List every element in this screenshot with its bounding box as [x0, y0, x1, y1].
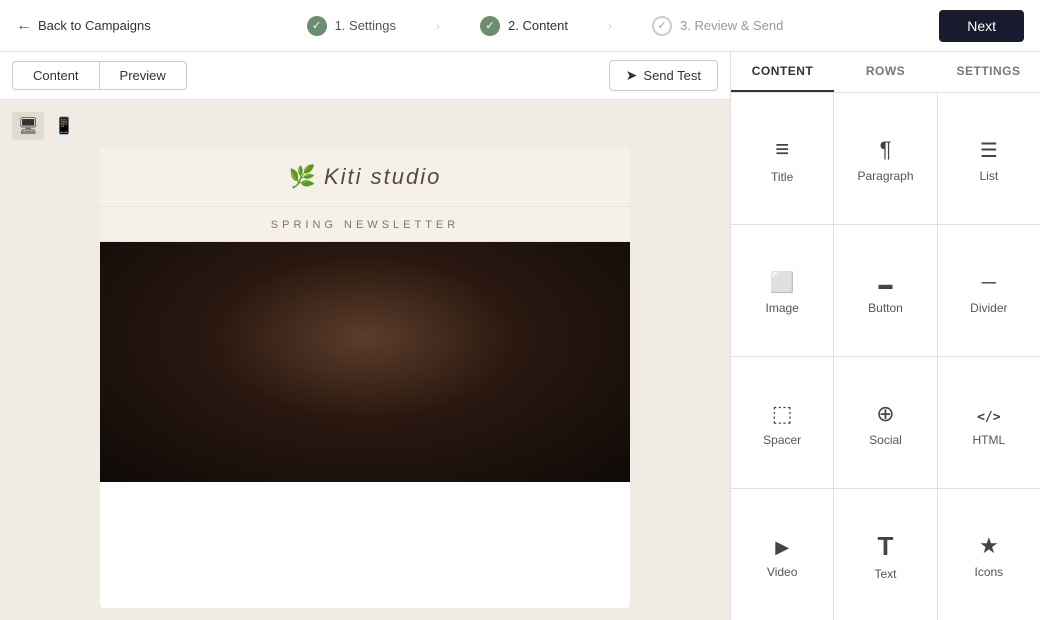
block-item-title[interactable]: Title — [731, 93, 833, 224]
image-label: Image — [765, 301, 798, 315]
button-label: Button — [868, 301, 903, 315]
block-item-button[interactable]: Button — [834, 225, 936, 356]
email-logo: 🌿 Kiti studio — [116, 164, 614, 190]
top-nav: ← Back to Campaigns ✓ 1. Settings › ✓ 2.… — [0, 0, 1040, 52]
html-icon — [977, 403, 1000, 425]
email-banner: SPRING NEWSLETTER — [100, 207, 630, 242]
content-tab[interactable]: Content — [12, 61, 99, 90]
banner-text: SPRING NEWSLETTER — [271, 219, 459, 231]
list-label: List — [979, 169, 998, 183]
step-settings-label: 1. Settings — [335, 18, 396, 33]
desktop-toggle-button[interactable]: 🖥 — [12, 112, 44, 140]
steps-indicator: ✓ 1. Settings › ✓ 2. Content › ✓ 3. Revi… — [307, 16, 784, 36]
block-item-social[interactable]: Social — [834, 357, 936, 488]
hero-image-bg — [100, 242, 630, 482]
view-tabs-left: Content Preview — [12, 61, 187, 90]
icons-icon — [979, 535, 999, 557]
back-to-campaigns-link[interactable]: ← Back to Campaigns — [16, 17, 151, 35]
panel-tab-content[interactable]: CONTENT — [731, 52, 834, 92]
content-blocks-grid: Title Paragraph List Image Button Divider Spac… — [731, 93, 1040, 620]
spacer-label: Spacer — [763, 433, 801, 447]
device-toggle: 🖥 📱 — [12, 112, 718, 140]
right-panel: CONTENT ROWS SETTINGS Title Paragraph List… — [730, 52, 1040, 620]
preview-container: 🖥 📱 🌿 Kiti studio SPRING NEWSLETTER — [0, 100, 730, 620]
mobile-toggle-button[interactable]: 📱 — [48, 112, 80, 140]
email-hero-image — [100, 242, 630, 482]
content-area: Content Preview ➤ Send Test 🖥 📱 🌿 Kiti s… — [0, 52, 1040, 620]
title-icon — [775, 138, 789, 162]
spacer-icon — [772, 403, 793, 425]
block-item-html[interactable]: HTML — [938, 357, 1040, 488]
logo-text: Kiti studio — [324, 164, 441, 190]
image-icon — [770, 271, 795, 293]
send-icon: ➤ — [626, 67, 638, 84]
block-item-text[interactable]: Text — [834, 489, 936, 620]
panel-tabs: CONTENT ROWS SETTINGS — [731, 52, 1040, 93]
step-content: ✓ 2. Content — [480, 16, 568, 36]
back-label: Back to Campaigns — [38, 18, 151, 33]
view-tabs-bar: Content Preview ➤ Send Test — [0, 52, 730, 100]
divider-label: Divider — [970, 301, 1007, 315]
social-label: Social — [869, 433, 902, 447]
block-item-divider[interactable]: Divider — [938, 225, 1040, 356]
block-item-spacer[interactable]: Spacer — [731, 357, 833, 488]
button-icon — [878, 271, 892, 293]
step-review: ✓ 3. Review & Send — [652, 16, 783, 36]
send-test-label: Send Test — [643, 68, 701, 83]
divider-icon — [982, 271, 996, 293]
step-review-icon: ✓ — [652, 16, 672, 36]
step-settings: ✓ 1. Settings — [307, 16, 396, 36]
step-settings-icon: ✓ — [307, 16, 327, 36]
social-icon — [876, 403, 894, 425]
text-icon — [878, 533, 894, 559]
html-label: HTML — [972, 433, 1005, 447]
step-separator-2: › — [608, 19, 612, 33]
block-item-paragraph[interactable]: Paragraph — [834, 93, 936, 224]
block-item-image[interactable]: Image — [731, 225, 833, 356]
email-preview-frame: 🌿 Kiti studio SPRING NEWSLETTER — [100, 148, 630, 608]
step-review-label: 3. Review & Send — [680, 18, 783, 33]
icons-label: Icons — [974, 565, 1003, 579]
block-item-icons[interactable]: Icons — [938, 489, 1040, 620]
video-icon — [775, 535, 789, 557]
preview-tab[interactable]: Preview — [99, 61, 187, 90]
panel-tab-settings[interactable]: SETTINGS — [937, 52, 1040, 92]
step-separator-1: › — [436, 19, 440, 33]
block-item-list[interactable]: List — [938, 93, 1040, 224]
text-label: Text — [874, 567, 896, 581]
list-icon — [980, 139, 998, 161]
step-content-icon: ✓ — [480, 16, 500, 36]
paragraph-icon — [880, 139, 892, 161]
send-test-button[interactable]: ➤ Send Test — [609, 60, 718, 91]
back-arrow-icon: ← — [16, 17, 32, 35]
video-label: Video — [767, 565, 797, 579]
panel-tab-rows[interactable]: ROWS — [834, 52, 937, 92]
email-header: 🌿 Kiti studio — [100, 148, 630, 207]
block-item-video[interactable]: Video — [731, 489, 833, 620]
left-panel: Content Preview ➤ Send Test 🖥 📱 🌿 Kiti s… — [0, 52, 730, 620]
step-content-label: 2. Content — [508, 18, 568, 33]
logo-leaf-icon: 🌿 — [289, 164, 316, 190]
paragraph-label: Paragraph — [857, 169, 913, 183]
next-button[interactable]: Next — [939, 10, 1024, 42]
title-label: Title — [771, 170, 793, 184]
